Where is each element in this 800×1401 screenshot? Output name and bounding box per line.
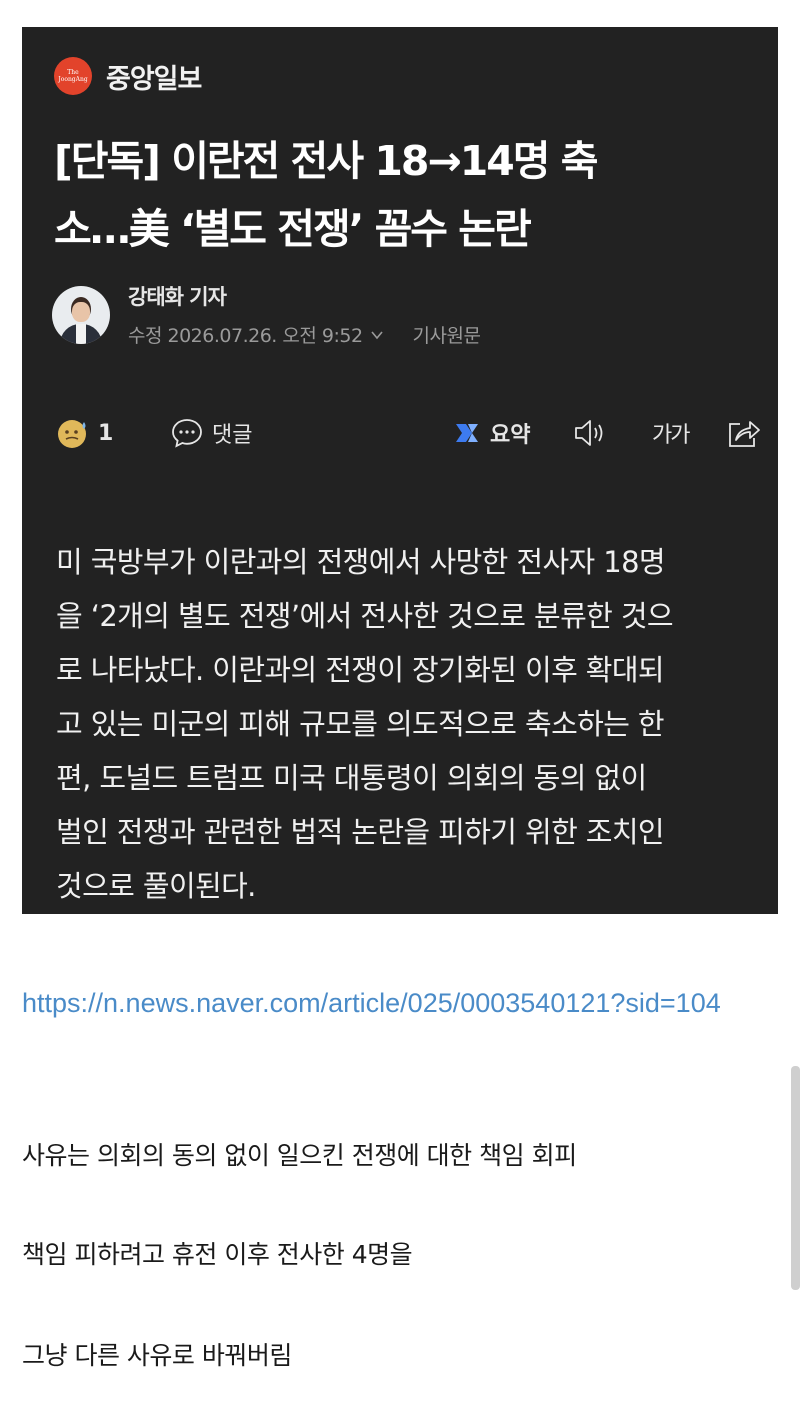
share-button[interactable] <box>726 409 762 457</box>
headline-line: 소…美 ‘별도 전쟁’ 꼼수 논란 <box>54 205 532 253</box>
author-avatar[interactable] <box>52 285 110 344</box>
share-icon <box>729 421 760 447</box>
comment-icon <box>172 419 202 448</box>
comment-label: 댓글 <box>212 423 253 448</box>
author-block: 강태화 기자 수정 2026.07.26. 오전 9:52 기사원문 <box>52 281 481 348</box>
emoji-reaction-icon <box>58 420 86 448</box>
chevron-down-icon[interactable] <box>369 327 385 343</box>
article-toolbar: 1 댓글 요약 가가 <box>56 409 760 457</box>
body-line: 미 국방부가 이란과의 전쟁에서 사망한 전사자 18명 <box>56 545 666 579</box>
summary-button[interactable]: 요약 <box>452 409 530 457</box>
speaker-icon <box>575 420 603 446</box>
reaction-button[interactable]: 1 <box>56 409 113 457</box>
post-paragraph: 그냥 다른 사유로 바꿔버림 <box>22 1341 292 1370</box>
reaction-count: 1 <box>98 420 114 446</box>
article-body: 미 국방부가 이란과의 전쟁에서 사망한 전사자 18명 을 ‘2개의 별도 전… <box>56 535 756 913</box>
body-line: 벌인 전쟁과 관련한 법적 논란을 피하기 위한 조치인 <box>56 815 665 849</box>
body-line: 편, 도널드 트럼프 미국 대통령이 의회의 동의 없이 <box>56 761 647 795</box>
font-size-label: 가가 <box>652 423 691 448</box>
author-name[interactable]: 강태화 기자 <box>128 281 480 311</box>
article-link[interactable]: https://n.news.naver.com/article/025/000… <box>22 978 762 1029</box>
body-line: 로 나타났다. 이란과의 전쟁이 장기화된 이후 확대되 <box>56 653 665 687</box>
body-line: 고 있는 미군의 피해 규모를 의도적으로 축소하는 한 <box>56 707 665 741</box>
article-headline: [단독] 이란전 전사 18→14명 축 소…美 ‘별도 전쟁’ 꼼수 논란 <box>54 127 754 263</box>
article-card: The JoongAng 중앙일보 [단독] 이란전 전사 18→14명 축 소… <box>22 27 778 914</box>
body-line: 을 ‘2개의 별도 전쟁’에서 전사한 것으로 분류한 것으 <box>56 599 674 633</box>
article-timestamp: 수정 2026.07.26. 오전 9:52 <box>128 325 363 347</box>
summary-label: 요약 <box>490 423 531 448</box>
summary-icon <box>456 424 478 442</box>
original-article-link[interactable]: 기사원문 <box>413 321 481 348</box>
scrollbar[interactable] <box>791 1066 800 1290</box>
publisher-logo-icon: The JoongAng <box>54 57 92 95</box>
publisher-name[interactable]: 중앙일보 <box>106 57 202 96</box>
headline-line: [단독] 이란전 전사 18→14명 축 <box>54 137 599 185</box>
comment-button[interactable]: 댓글 <box>170 409 252 457</box>
font-size-button[interactable]: 가가 <box>652 409 691 457</box>
text-to-speech-button[interactable] <box>572 409 610 457</box>
post-paragraph: 사유는 의회의 동의 없이 일으킨 전쟁에 대한 책임 회피 <box>22 1141 577 1170</box>
body-line: 것으로 풀이된다. <box>56 869 256 903</box>
publisher[interactable]: The JoongAng 중앙일보 <box>54 57 202 96</box>
post-paragraph: 책임 피하려고 휴전 이후 전사한 4명을 <box>22 1240 413 1269</box>
